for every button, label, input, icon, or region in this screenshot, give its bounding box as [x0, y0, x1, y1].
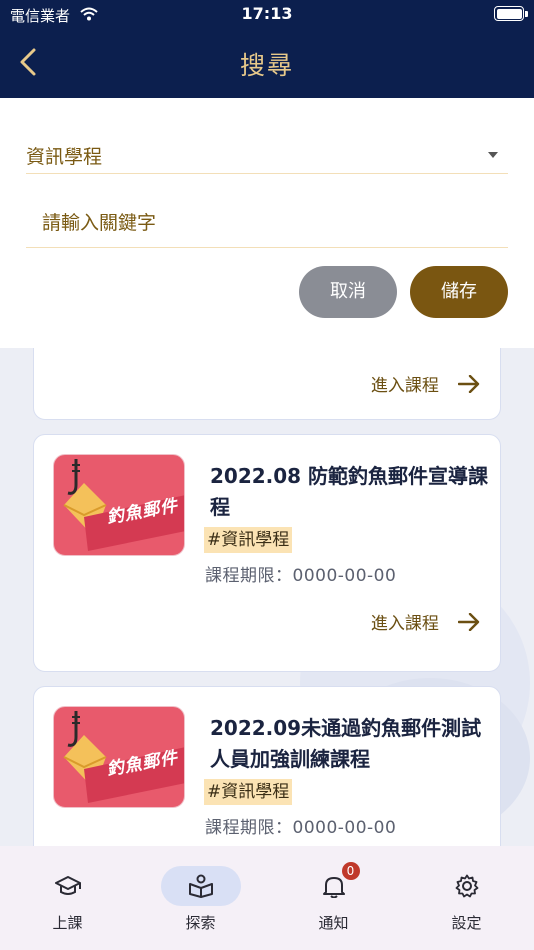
course-card[interactable]: 釣魚郵件 2022.09未通過釣魚郵件測試人員加強訓練課程 #資訊學程 課程期限…	[33, 686, 501, 846]
course-tag[interactable]: #資訊學程	[204, 527, 293, 553]
course-title: 2022.09未通過釣魚郵件測試人員加強訓練課程	[210, 716, 482, 771]
course-deadline: 課程期限：0000-00-00	[205, 566, 397, 586]
tab-label: 探索	[185, 914, 216, 932]
top-bar: 電信業者 17:13 搜尋	[0, 0, 534, 98]
tab-settings[interactable]: 設定	[400, 846, 533, 950]
status-time: 17:13	[241, 4, 293, 23]
search-panel: 資訊學程 取消 儲存	[0, 98, 534, 348]
tab-icon-wrap	[160, 866, 241, 906]
course-thumbnail: 釣魚郵件	[53, 454, 185, 556]
tab-label: 上課	[52, 914, 83, 932]
enter-course-link[interactable]: 進入課程	[371, 371, 480, 397]
battery-icon	[494, 6, 524, 21]
category-select[interactable]: 資訊學程	[26, 134, 508, 174]
caret-down-icon	[488, 152, 498, 158]
arrow-right-icon	[458, 374, 480, 393]
tab-label: 設定	[451, 914, 482, 932]
course-thumbnail: 釣魚郵件	[53, 706, 185, 808]
gear-icon	[455, 874, 478, 898]
course-list[interactable]: 進入課程 釣魚郵件 2022.08 防範釣魚郵件宣導課程 #資訊學程 課程期限：…	[0, 348, 534, 846]
keyword-input[interactable]	[42, 206, 482, 240]
tab-icon-wrap	[427, 866, 507, 906]
tab-icon-wrap	[28, 866, 108, 906]
bell-icon	[322, 877, 345, 898]
tab-classes[interactable]: 上課	[1, 846, 134, 950]
status-bar: 電信業者 17:13	[0, 0, 534, 28]
enter-course-link[interactable]: 進入課程	[371, 609, 480, 635]
battery-cap	[525, 11, 528, 17]
open-book-icon	[188, 874, 213, 898]
course-card: 進入課程	[33, 348, 501, 420]
arrow-right-icon	[458, 612, 480, 631]
course-card[interactable]: 釣魚郵件 2022.08 防範釣魚郵件宣導課程 #資訊學程 課程期限：0000-…	[33, 434, 501, 672]
tab-explore[interactable]: 探索	[134, 846, 267, 950]
tab-bar: 上課 探索 0 通知 設定	[0, 846, 534, 950]
course-title: 2022.08 防範釣魚郵件宣導課程	[210, 464, 489, 519]
page-title: 搜尋	[239, 51, 294, 80]
course-deadline: 課程期限：0000-00-00	[205, 818, 397, 838]
tab-label: 通知	[318, 914, 349, 932]
cancel-button[interactable]: 取消	[299, 266, 397, 318]
course-tag[interactable]: #資訊學程	[204, 779, 293, 805]
notification-badge: 0	[341, 862, 360, 880]
enter-course-label: 進入課程	[370, 614, 439, 634]
graduation-cap-icon	[54, 876, 81, 895]
tab-icon-wrap: 0	[294, 862, 374, 906]
save-button[interactable]: 儲存	[410, 266, 508, 318]
category-select-value: 資訊學程	[26, 146, 103, 168]
enter-course-label: 進入課程	[370, 376, 439, 396]
tab-notifications[interactable]: 0 通知	[267, 846, 400, 950]
keyword-field	[26, 198, 508, 248]
